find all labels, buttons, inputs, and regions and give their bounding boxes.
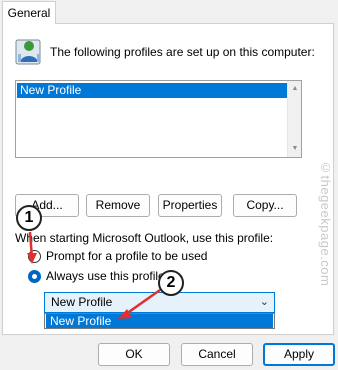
profile-select[interactable]: New Profile ⌄: [44, 292, 275, 313]
copy-button[interactable]: Copy...: [233, 194, 297, 217]
profile-dropdown-list[interactable]: New Profile: [44, 313, 275, 329]
scroll-up-icon[interactable]: ▲: [288, 82, 302, 96]
watermark: ©thegeekpage.com: [318, 160, 333, 287]
list-item[interactable]: New Profile: [17, 83, 287, 98]
intro-text: The following profiles are set up on thi…: [50, 45, 315, 59]
dropdown-option[interactable]: New Profile: [46, 314, 273, 328]
remove-button[interactable]: Remove: [86, 194, 150, 217]
properties-button[interactable]: Properties: [158, 194, 222, 217]
profiles-listbox[interactable]: New Profile ▲ ▼: [15, 80, 302, 158]
profile-select-value: New Profile: [51, 295, 113, 309]
prompt-profile-radio[interactable]: [28, 250, 41, 263]
chevron-down-icon[interactable]: ⌄: [260, 293, 269, 312]
vertical-scrollbar[interactable]: ▲ ▼: [287, 81, 301, 157]
prompt-profile-label[interactable]: Prompt for a profile to be used: [46, 249, 207, 263]
tab-general[interactable]: General: [2, 1, 56, 24]
ok-button[interactable]: OK: [98, 343, 170, 366]
step-1-marker: 1: [16, 205, 42, 231]
always-use-profile-radio[interactable]: [28, 270, 41, 283]
always-use-profile-label[interactable]: Always use this profile: [46, 269, 165, 283]
apply-button[interactable]: Apply: [263, 343, 335, 366]
profiles-icon: [15, 39, 41, 65]
scroll-down-icon[interactable]: ▼: [288, 142, 302, 156]
step-2-marker: 2: [158, 270, 184, 296]
cancel-button[interactable]: Cancel: [181, 343, 253, 366]
startup-label: When starting Microsoft Outlook, use thi…: [15, 231, 274, 245]
